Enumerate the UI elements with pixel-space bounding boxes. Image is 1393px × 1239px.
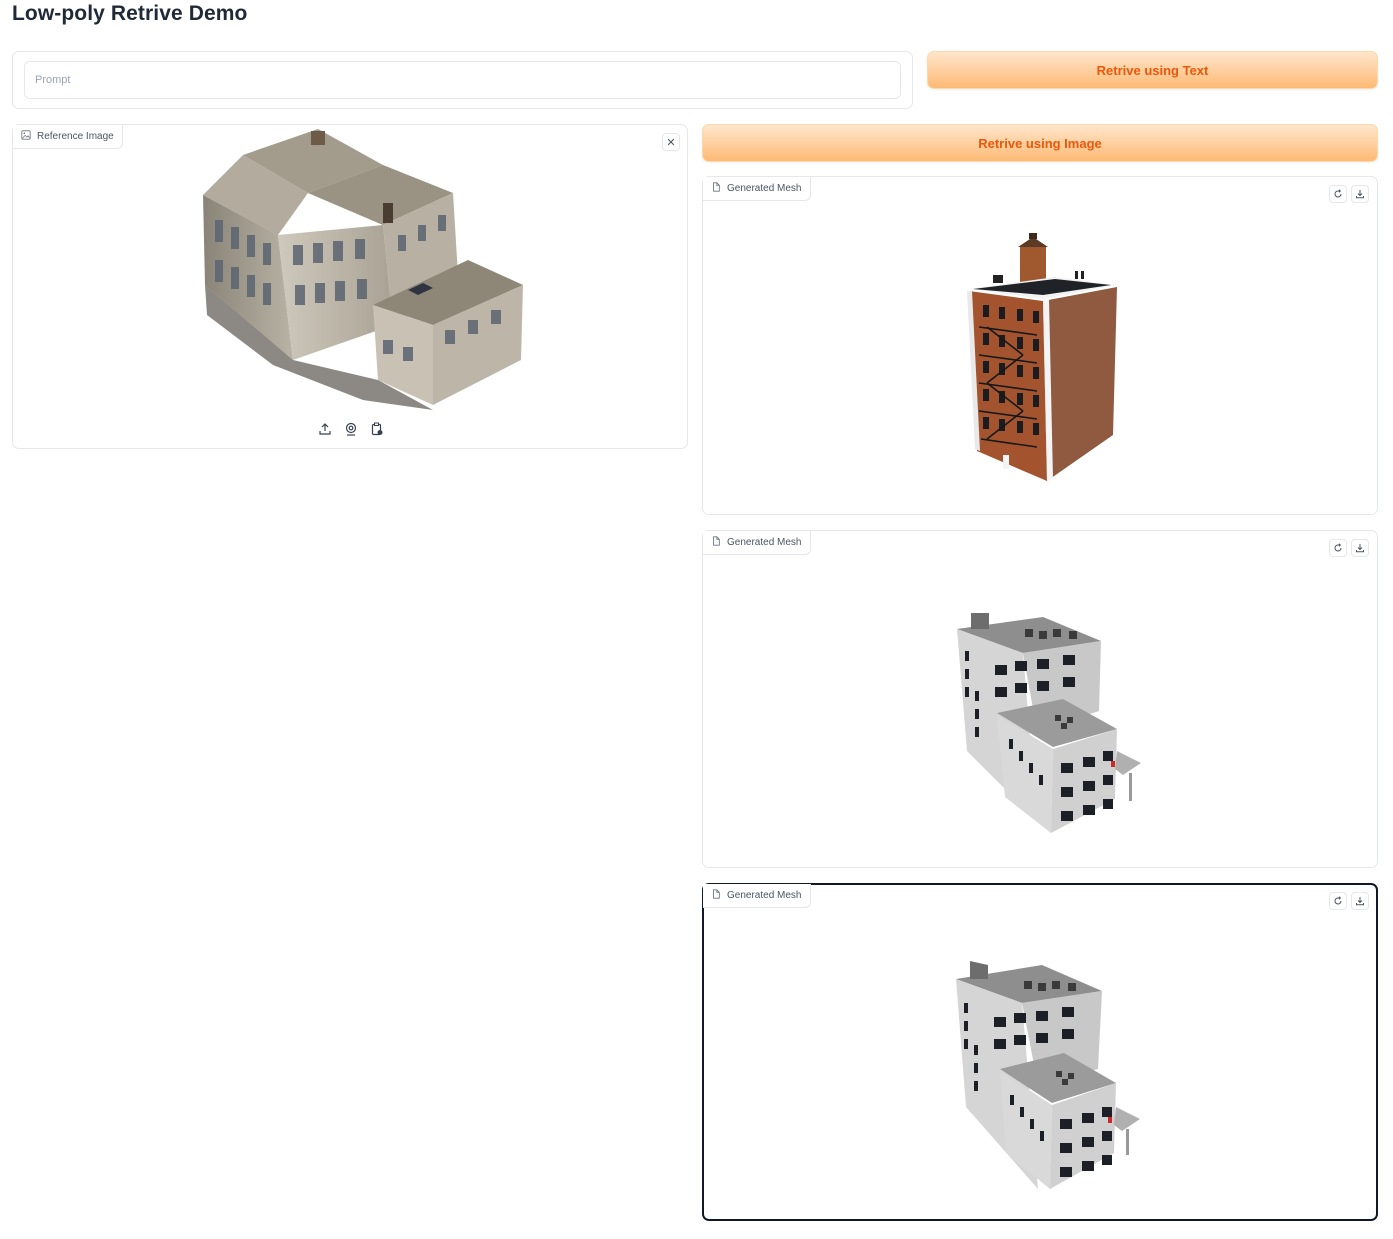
prompt-block <box>12 51 913 109</box>
generated-mesh-viewer-3[interactable]: Generated Mesh <box>702 883 1378 1221</box>
download-icon[interactable] <box>1351 892 1369 910</box>
reference-image-label-text: Reference Image <box>37 131 114 142</box>
webcam-icon[interactable] <box>343 421 359 437</box>
upload-icon[interactable] <box>317 421 333 437</box>
file-icon <box>711 889 721 902</box>
retrieve-image-button[interactable]: Retrive using Image <box>702 124 1378 162</box>
reference-image-panel[interactable]: Reference Image ✕ <box>12 124 688 449</box>
file-icon <box>711 536 721 549</box>
image-source-toolbar <box>317 421 385 437</box>
image-icon <box>21 130 31 143</box>
generated-mesh-viewer-1[interactable]: Generated Mesh <box>702 176 1378 515</box>
file-icon <box>711 182 721 195</box>
mesh-toolbar <box>1329 185 1369 203</box>
reference-building-image <box>203 129 523 410</box>
clipboard-icon[interactable] <box>369 421 385 437</box>
brick-building-mesh <box>967 233 1117 481</box>
gray-building-mesh <box>956 961 1140 1189</box>
generated-mesh-label-text: Generated Mesh <box>727 537 802 548</box>
retrieve-text-button[interactable]: Retrive using Text <box>927 51 1378 89</box>
prompt-input[interactable] <box>24 61 901 99</box>
page-title: Low-poly Retrive Demo <box>12 2 248 25</box>
close-icon[interactable]: ✕ <box>662 133 680 151</box>
generated-mesh-label: Generated Mesh <box>703 177 811 201</box>
gray-building-mesh <box>957 613 1141 833</box>
generated-mesh-label-text: Generated Mesh <box>727 183 802 194</box>
mesh-toolbar <box>1329 539 1369 557</box>
generated-mesh-label: Generated Mesh <box>703 531 811 555</box>
download-icon[interactable] <box>1351 185 1369 203</box>
download-icon[interactable] <box>1351 539 1369 557</box>
reset-icon[interactable] <box>1329 539 1347 557</box>
generated-mesh-viewer-2[interactable]: Generated Mesh <box>702 530 1378 868</box>
reset-icon[interactable] <box>1329 185 1347 203</box>
reset-icon[interactable] <box>1329 892 1347 910</box>
reference-image-label: Reference Image <box>13 125 123 149</box>
generated-mesh-label: Generated Mesh <box>703 884 811 908</box>
mesh-toolbar <box>1329 892 1369 910</box>
generated-mesh-label-text: Generated Mesh <box>727 890 802 901</box>
